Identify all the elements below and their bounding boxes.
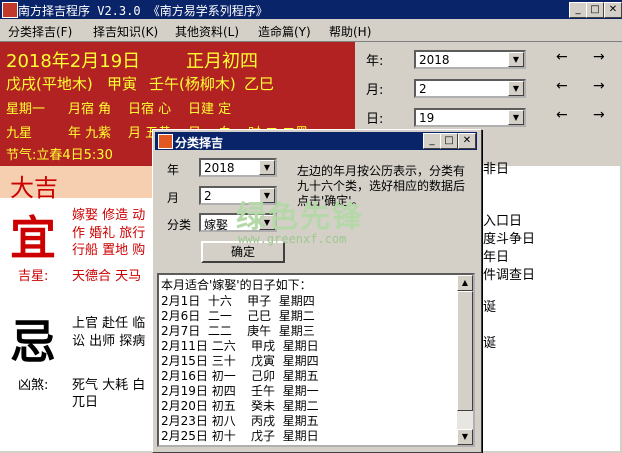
yi-line3: 行船 置地 购 — [72, 243, 146, 258]
xiongsha-label: 凶煞: — [18, 378, 49, 393]
dialog-category-value: 嫁娶 — [204, 218, 229, 232]
risu: 日宿 心 — [128, 102, 172, 117]
chevron-down-icon[interactable]: ▼ — [259, 160, 275, 175]
dialog-category-label: 分类 — [167, 218, 192, 232]
jiuxing-label: 九星 — [6, 126, 33, 141]
day-next-arrow[interactable]: → — [593, 107, 605, 123]
chevron-down-icon[interactable]: ▼ — [508, 110, 524, 125]
dialog-month-label: 月 — [167, 191, 180, 205]
classify-dialog: 分类择吉 _ □ ✕ 年 2018 ▼ 月 2 ▼ 分类 嫁娶 ▼ 确定 左边的… — [152, 129, 482, 453]
ganzhi-month: 甲寅 — [107, 75, 138, 93]
scroll-up-icon[interactable]: ▲ — [457, 275, 473, 291]
ganzhi-year: 戊戌(平地木) — [6, 75, 93, 93]
chevron-down-icon[interactable]: ▼ — [508, 81, 524, 96]
menu-bar: 分类择吉(F) 择吉知识(K) 其他资料(L) 造命篇(Y) 帮助(H) — [0, 19, 622, 42]
right-info-7: 诞 — [483, 336, 497, 351]
chevron-down-icon[interactable]: ▼ — [508, 52, 524, 67]
rating-text: 大吉 — [10, 174, 58, 202]
dialog-year-select[interactable]: 2018 ▼ — [199, 158, 277, 177]
month-next-arrow[interactable]: → — [593, 78, 605, 94]
lunar-date: 正月初四 — [186, 51, 258, 72]
ji-char: 忌 — [10, 315, 56, 369]
day-select[interactable]: 19 ▼ — [414, 108, 526, 127]
title-bar: 南方择吉程序 V2.3.0 《南方易学系列程序》 _ □ ✕ — [0, 0, 622, 19]
day-prev-arrow[interactable]: ← — [556, 107, 568, 123]
dialog-maximize-button[interactable]: □ — [440, 133, 458, 149]
scroll-thumb[interactable] — [457, 291, 473, 411]
dialog-year-label: 年 — [167, 163, 180, 177]
month-select[interactable]: 2 ▼ — [414, 79, 526, 98]
dialog-close-button[interactable]: ✕ — [458, 133, 476, 149]
xiongsha-line2: 兀日 — [72, 395, 99, 410]
jiuxing-year: 年 九紫 — [68, 126, 112, 141]
right-info-4: 年日 — [483, 250, 510, 265]
day-value: 19 — [419, 111, 435, 125]
dialog-icon — [158, 134, 173, 149]
solar-date: 2018年2月19日 — [6, 51, 141, 72]
month-value: 2 — [419, 82, 427, 96]
yi-char: 宜 — [10, 211, 56, 265]
dialog-month-value: 2 — [204, 189, 212, 203]
list-item[interactable]: 2月25日 初十 戊子 星期日 — [161, 427, 319, 444]
right-info-5: 件调查日 — [483, 268, 536, 283]
ganzhi-hour: 乙巳 — [244, 75, 275, 93]
maximize-button[interactable]: □ — [586, 2, 604, 18]
right-info-3: 度斗争日 — [483, 232, 536, 247]
year-label: 年: — [366, 54, 384, 69]
minimize-button[interactable]: _ — [569, 2, 587, 18]
scroll-down-icon[interactable]: ▼ — [457, 429, 473, 445]
window-title: 南方择吉程序 V2.3.0 《南方易学系列程序》 — [18, 4, 268, 18]
dialog-year-value: 2018 — [204, 161, 235, 175]
watermark-url: www.greenxf.com — [238, 232, 347, 246]
watermark-logo: 绿色先锋 — [236, 200, 364, 235]
ganzhi-day: 壬午(杨柳木) — [149, 75, 236, 93]
dialog-minimize-button[interactable]: _ — [423, 133, 441, 149]
menu-help[interactable]: 帮助(H) — [329, 23, 371, 40]
year-prev-arrow[interactable]: ← — [556, 49, 568, 65]
close-button[interactable]: ✕ — [604, 2, 622, 18]
list-header: 本月适合'嫁娶'的日子如下： — [161, 278, 312, 292]
year-value: 2018 — [419, 53, 450, 67]
yuesu: 月宿 角 — [68, 102, 112, 117]
jixing-label: 吉星: — [18, 269, 49, 284]
menu-classify[interactable]: 分类择吉(F) — [8, 23, 72, 40]
rijian: 日建 定 — [188, 102, 232, 117]
dialog-title: 分类择吉 — [175, 136, 224, 150]
ji-line1: 上官 赴任 临 — [72, 316, 146, 331]
right-info-6: 诞 — [483, 300, 497, 315]
week-day: 星期一 — [6, 102, 46, 117]
list-scrollbar[interactable]: ▲ ▼ — [457, 275, 473, 445]
menu-zaoming[interactable]: 造命篇(Y) — [258, 23, 311, 40]
dialog-title-bar: 分类择吉 _ □ ✕ — [155, 132, 477, 150]
jieqi: 节气:立春4日5:30 — [6, 148, 113, 163]
app-icon — [2, 2, 18, 18]
result-list[interactable]: 本月适合'嫁娶'的日子如下： 2月1日 十六 甲子 星期四 2月6日 二一 己巳… — [157, 273, 475, 447]
month-label: 月: — [366, 83, 384, 98]
day-label: 日: — [366, 112, 384, 127]
year-next-arrow[interactable]: → — [593, 49, 605, 65]
right-info-2: 入口日 — [483, 214, 523, 229]
right-info-1: 非日 — [483, 162, 510, 177]
menu-knowledge[interactable]: 择吉知识(K) — [93, 23, 158, 40]
yi-line1: 嫁娶 修造 动 — [72, 208, 146, 223]
jixing-value: 天德合 天马 — [72, 269, 142, 284]
month-prev-arrow[interactable]: ← — [556, 78, 568, 94]
menu-other[interactable]: 其他资料(L) — [175, 23, 239, 40]
ji-line2: 讼 出师 探病 — [72, 334, 146, 349]
year-select[interactable]: 2018 ▼ — [414, 50, 526, 69]
